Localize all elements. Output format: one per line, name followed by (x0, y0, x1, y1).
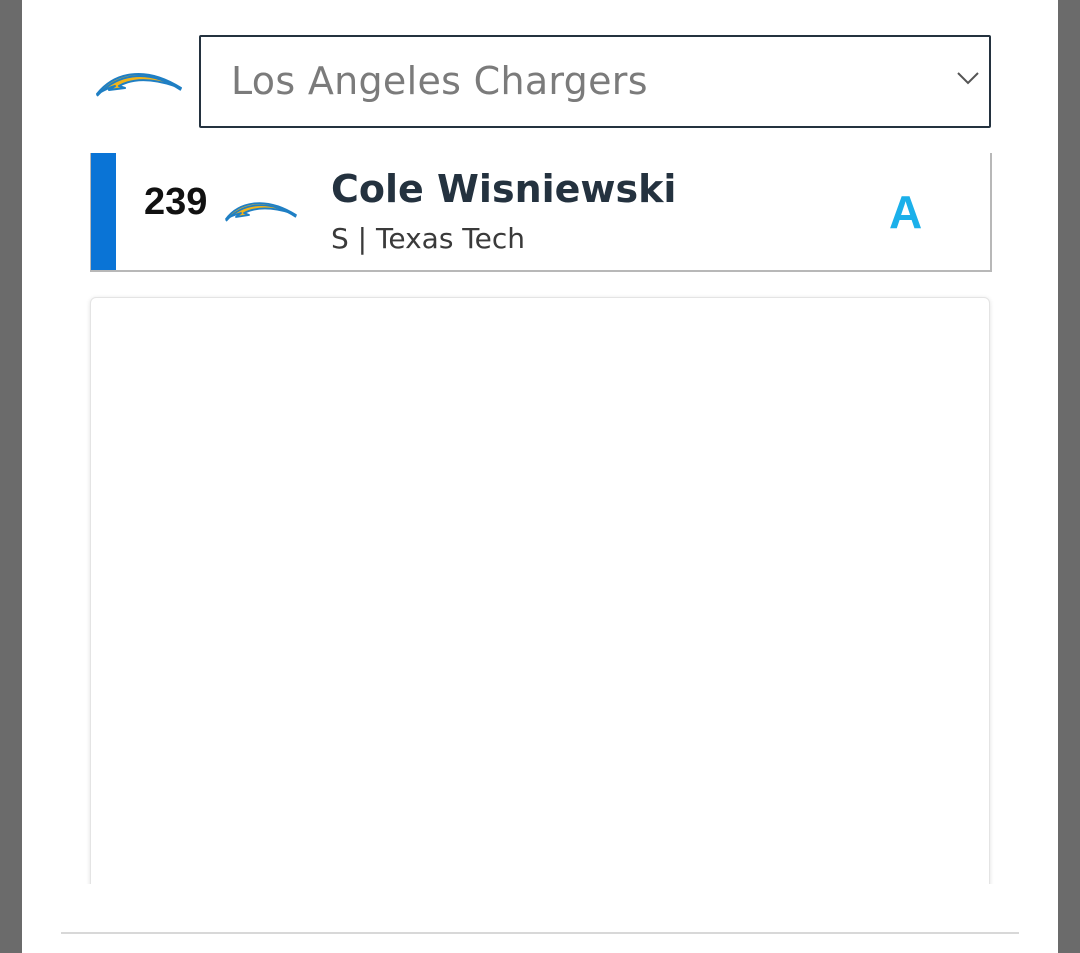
player-position-school: S | Texas Tech (331, 222, 526, 255)
pick-number: 239 (144, 181, 208, 223)
pick-accent-bar (91, 153, 116, 270)
team-select-dropdown[interactable]: Los Angeles Chargers (199, 35, 991, 128)
footer-divider (61, 932, 1019, 934)
pick-grade: A (889, 186, 923, 238)
content-panel (90, 297, 990, 899)
chargers-logo-icon (224, 191, 298, 227)
player-name: Cole Wisniewski (331, 167, 677, 211)
chevron-down-icon (957, 71, 979, 85)
selected-team-label: Los Angeles Chargers (231, 59, 648, 103)
draft-modal: Los Angeles Chargers 239 Cole Wisniewski… (22, 0, 1058, 953)
draft-pick-card[interactable]: 239 Cole Wisniewski S | Texas Tech A (90, 153, 992, 272)
panel-mask (82, 884, 1002, 953)
chargers-logo-icon (95, 58, 183, 104)
